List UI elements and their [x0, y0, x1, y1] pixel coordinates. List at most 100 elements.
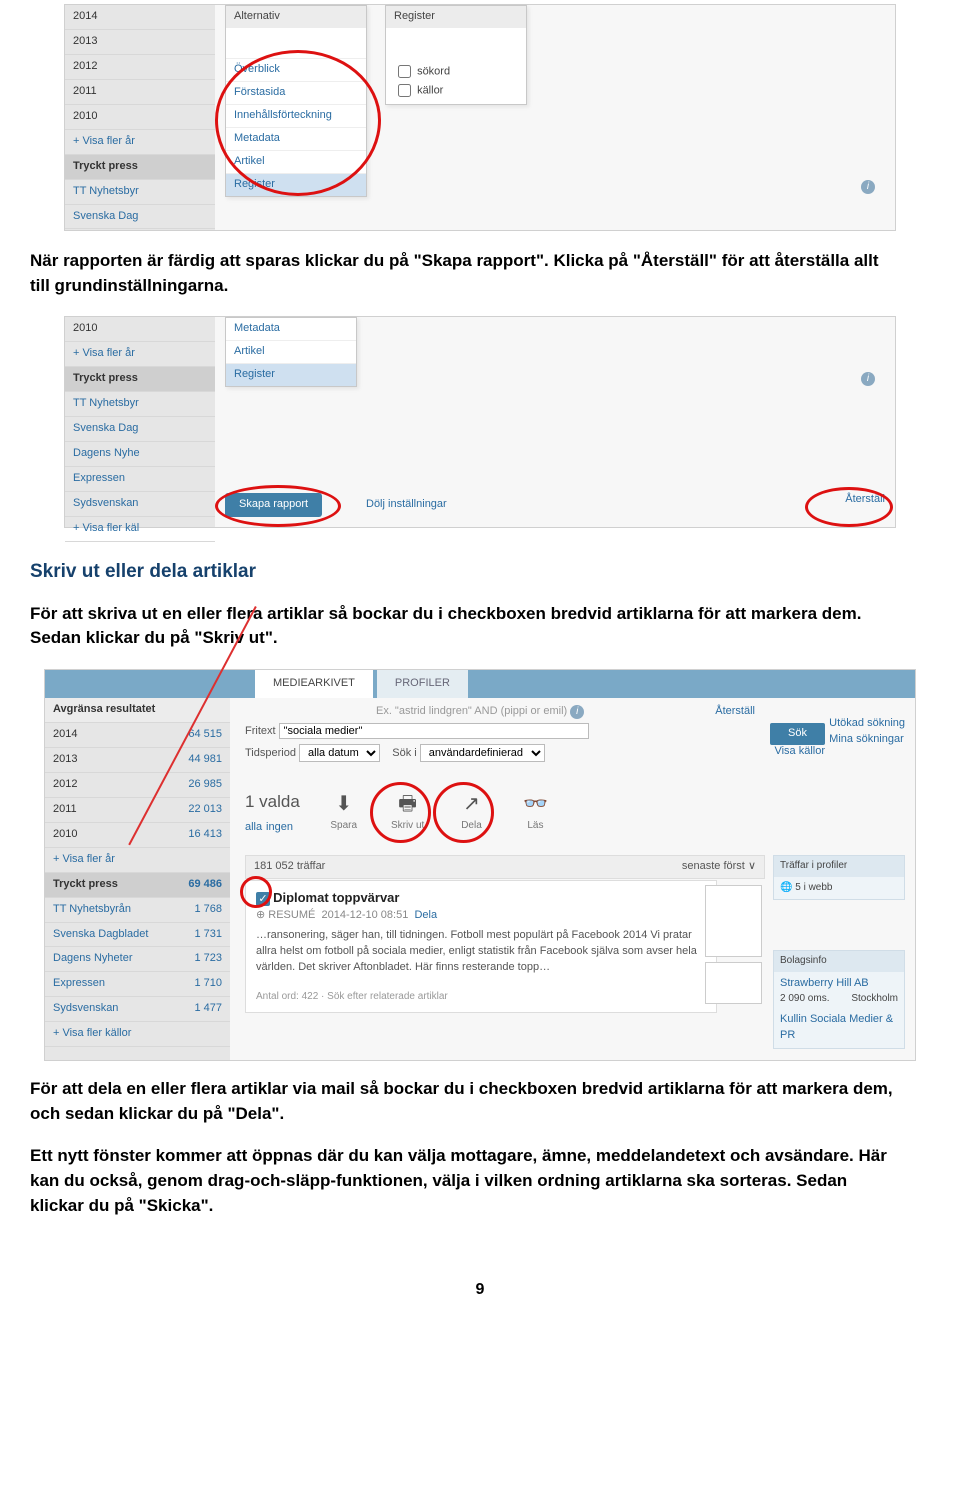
select-all-link[interactable]: alla — [245, 821, 262, 833]
source-row[interactable]: Dagens Nyhe — [65, 442, 215, 467]
source-row[interactable]: Svenska Dag — [65, 205, 215, 230]
panel-head: Träffar i profiler — [774, 856, 904, 877]
source-count-row[interactable]: Svenska Dagbladet1 731 — [45, 923, 230, 948]
company-link[interactable]: Kullin Sociala Medier & PR — [780, 1012, 898, 1044]
source-count-row[interactable]: Sydsvenskan1 477 — [45, 997, 230, 1022]
menu-item-selected[interactable]: Register — [226, 363, 356, 386]
shot1-sidebar: 2014 2013 2012 2011 2010 + Visa fler år … — [65, 5, 215, 230]
select-none-link[interactable]: ingen — [266, 821, 293, 833]
tidsperiod-select[interactable]: alla datum — [299, 744, 380, 762]
year-count-row[interactable]: 201016 413 — [45, 823, 230, 848]
bolagsinfo-panel: Bolagsinfo Strawberry Hill AB 2 090 oms.… — [773, 950, 905, 1049]
section-heading: Skriv ut eller dela artiklar — [30, 558, 930, 586]
small-menu: Metadata Artikel Register — [225, 317, 357, 387]
info-icon[interactable]: i — [861, 372, 875, 386]
year-row[interactable]: 2014 — [65, 5, 215, 30]
panel-body[interactable]: 🌐 5 i webb — [774, 877, 904, 900]
print-tool[interactable]: 🖶Skriv ut — [378, 790, 438, 834]
mina-sokningar-link[interactable]: Mina sökningar — [829, 732, 905, 748]
more-years-link[interactable]: + Visa fler år — [65, 342, 215, 367]
source-count-row[interactable]: Expressen1 710 — [45, 972, 230, 997]
instruction-text-1: När rapporten är färdig att sparas klick… — [30, 249, 900, 298]
download-icon: ⬇ — [335, 793, 352, 815]
info-icon[interactable]: i — [861, 180, 875, 194]
search-hint: Ex. "astrid lindgren" AND (pippi or emil… — [245, 704, 765, 720]
selected-count: 1 valda — [245, 790, 300, 815]
checkbox-row[interactable]: källor — [394, 81, 518, 100]
year-row[interactable]: 2012 — [65, 55, 215, 80]
year-row[interactable]: 2010 — [65, 317, 215, 342]
hide-settings-link[interactable]: Dölj inställningar — [366, 498, 447, 510]
more-years-link[interactable]: + Visa fler år — [65, 130, 215, 155]
shot3-sidebar: Avgränsa resultatet 201464 515 201344 98… — [45, 698, 230, 1060]
tab-profiler[interactable]: PROFILER — [377, 670, 468, 698]
alternativ-menu: Alternativ Överblick Förstasida Innehåll… — [225, 5, 367, 197]
info-icon[interactable]: i — [570, 705, 584, 719]
menu-item[interactable]: Metadata — [226, 127, 366, 150]
panel-head: Bolagsinfo — [774, 951, 904, 972]
year-count-row[interactable]: 201344 981 — [45, 748, 230, 773]
year-row[interactable]: 2011 — [65, 80, 215, 105]
menu-item-selected[interactable]: Register — [226, 173, 366, 196]
share-tool[interactable]: ↗Dela — [442, 790, 502, 834]
checkbox-row[interactable]: sökord — [394, 62, 518, 81]
more-sources-link[interactable]: + Visa fler källor — [45, 1022, 230, 1047]
menu-item[interactable]: Artikel — [226, 150, 366, 173]
checkbox-label: sökord — [417, 65, 450, 77]
hits-count: 181 052 träffar — [254, 860, 325, 872]
screenshot-1: 2014 2013 2012 2011 2010 + Visa fler år … — [64, 4, 896, 231]
year-count-row[interactable]: 201464 515 — [45, 723, 230, 748]
visa-kallor-link[interactable]: Visa källor — [774, 744, 825, 760]
sort-select[interactable]: senaste först ∨ — [682, 859, 756, 875]
thumbnail-placeholder — [705, 962, 762, 1004]
create-report-button[interactable]: Skapa rapport — [225, 493, 322, 517]
year-row[interactable]: 2010 — [65, 105, 215, 130]
article-title[interactable]: Diplomat toppvärvar — [273, 890, 399, 905]
chevron-down-icon: ∨ — [748, 860, 756, 872]
menu-item[interactable]: Metadata — [226, 318, 356, 340]
article-checkbox[interactable]: ✓ — [256, 892, 270, 906]
year-row[interactable]: 2013 — [65, 30, 215, 55]
menu-item[interactable]: Överblick — [226, 58, 366, 81]
soki-select[interactable]: användardefinierad — [420, 744, 545, 762]
reset-link[interactable]: Återställ — [845, 492, 885, 508]
article-share-link[interactable]: Dela — [414, 909, 437, 921]
menu-item[interactable]: Innehållsförteckning — [226, 104, 366, 127]
hits-bar: 181 052 träffar senaste först ∨ — [245, 855, 765, 879]
source-row[interactable]: TT Nyhetsbyr — [65, 392, 215, 417]
year-count-row[interactable]: 201226 985 — [45, 773, 230, 798]
screenshot-3: MEDIEARKIVET PROFILER Avgränsa resultate… — [44, 669, 916, 1061]
sidebar-head: Avgränsa resultatet — [45, 698, 230, 723]
fritext-label: Fritext — [245, 725, 276, 737]
menu-item[interactable]: Artikel — [226, 340, 356, 363]
read-tool[interactable]: 👓Läs — [505, 790, 565, 834]
thumbnail-placeholder — [705, 885, 762, 957]
company-city: Stockholm — [851, 992, 898, 1007]
fritext-input[interactable] — [279, 723, 589, 739]
more-sources-link[interactable]: + Visa fler käl — [65, 517, 215, 542]
source-row[interactable]: TT Nyhetsbyr — [65, 180, 215, 205]
source-row[interactable]: Sydsvenskan — [65, 492, 215, 517]
checkbox-kallor[interactable] — [398, 84, 411, 97]
save-tool[interactable]: ⬇Spara — [314, 790, 374, 834]
soki-label: Sök i — [392, 747, 416, 759]
company-link[interactable]: Strawberry Hill AB — [780, 976, 898, 992]
menu-item[interactable]: Förstasida — [226, 81, 366, 104]
utokad-sokning-link[interactable]: Utökad sökning — [829, 716, 905, 732]
tab-mediearkivet[interactable]: MEDIEARKIVET — [255, 670, 373, 698]
source-count-row[interactable]: TT Nyhetsbyrån1 768 — [45, 898, 230, 923]
instruction-text-2: För att skriva ut en eller flera artikla… — [30, 602, 900, 651]
shot2-sidebar: 2010 + Visa fler år Tryckt press TT Nyhe… — [65, 317, 215, 527]
checkbox-sokord[interactable] — [398, 65, 411, 78]
search-button[interactable]: Sök — [770, 723, 825, 745]
article-footer: Antal ord: 422 · Sök efter relaterade ar… — [256, 990, 706, 1005]
source-count-row[interactable]: Dagens Nyheter1 723 — [45, 947, 230, 972]
source-row[interactable]: Svenska Dag — [65, 417, 215, 442]
more-years-link[interactable]: + Visa fler år — [45, 848, 230, 873]
article-card[interactable]: ✓ Diplomat toppvärvar ⊕ RESUMÉ 2014-12-1… — [245, 880, 717, 1013]
source-row[interactable]: Expressen — [65, 467, 215, 492]
section-press: Tryckt press — [65, 367, 215, 392]
year-count-row[interactable]: 201122 013 — [45, 798, 230, 823]
reset-link[interactable]: Återställ — [715, 704, 755, 720]
section-press: Tryckt press69 486 — [45, 873, 230, 898]
